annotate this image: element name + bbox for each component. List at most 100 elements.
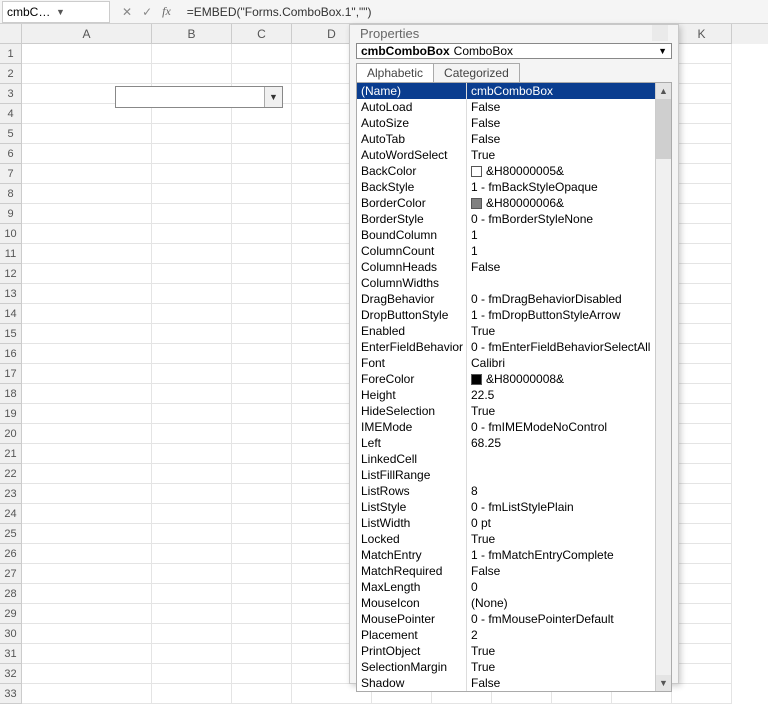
scrollbar[interactable]: ▲ ▼	[655, 83, 671, 691]
col-header[interactable]: C	[232, 24, 292, 44]
property-row[interactable]: (Name)cmbComboBox	[357, 83, 655, 99]
cell[interactable]	[232, 444, 292, 464]
cell[interactable]	[672, 524, 732, 544]
property-value[interactable]: &H80000008&	[467, 371, 655, 387]
cell[interactable]	[22, 584, 152, 604]
property-row[interactable]: ListStyle0 - fmListStylePlain	[357, 499, 655, 515]
row-header[interactable]: 25	[0, 524, 22, 544]
property-row[interactable]: MousePointer0 - fmMousePointerDefault	[357, 611, 655, 627]
cell[interactable]	[672, 664, 732, 684]
cell[interactable]	[232, 344, 292, 364]
cell[interactable]	[232, 604, 292, 624]
close-icon[interactable]	[652, 25, 668, 41]
row-header[interactable]: 11	[0, 244, 22, 264]
row-header[interactable]: 21	[0, 444, 22, 464]
col-header[interactable]: B	[152, 24, 232, 44]
property-value[interactable]	[467, 451, 655, 467]
property-value[interactable]: True	[467, 659, 655, 675]
property-row[interactable]: LockedTrue	[357, 531, 655, 547]
row-header[interactable]: 8	[0, 184, 22, 204]
cell[interactable]	[232, 364, 292, 384]
property-value[interactable]: &H80000005&	[467, 163, 655, 179]
cell[interactable]	[152, 364, 232, 384]
property-value[interactable]: True	[467, 323, 655, 339]
row-header[interactable]: 32	[0, 664, 22, 684]
property-value[interactable]: 0 pt	[467, 515, 655, 531]
cell[interactable]	[672, 324, 732, 344]
property-row[interactable]: MatchEntry1 - fmMatchEntryComplete	[357, 547, 655, 563]
property-value[interactable]: False	[467, 99, 655, 115]
cell[interactable]	[22, 344, 152, 364]
cell[interactable]	[152, 224, 232, 244]
row-header[interactable]: 16	[0, 344, 22, 364]
cell[interactable]	[152, 44, 232, 64]
cell[interactable]	[152, 284, 232, 304]
row-header[interactable]: 26	[0, 544, 22, 564]
property-row[interactable]: DragBehavior0 - fmDragBehaviorDisabled	[357, 291, 655, 307]
property-row[interactable]: ListRows8	[357, 483, 655, 499]
property-row[interactable]: IMEMode0 - fmIMEModeNoControl	[357, 419, 655, 435]
cell[interactable]	[672, 124, 732, 144]
cell[interactable]	[232, 184, 292, 204]
cell[interactable]	[22, 284, 152, 304]
cell[interactable]	[152, 324, 232, 344]
property-value[interactable]: False	[467, 259, 655, 275]
property-row[interactable]: EnterFieldBehavior0 - fmEnterFieldBehavi…	[357, 339, 655, 355]
cell[interactable]	[152, 304, 232, 324]
property-row[interactable]: ColumnWidths	[357, 275, 655, 291]
cell[interactable]	[22, 144, 152, 164]
property-value[interactable]: 1	[467, 227, 655, 243]
cell[interactable]	[672, 164, 732, 184]
col-header[interactable]: K	[672, 24, 732, 44]
row-header[interactable]: 20	[0, 424, 22, 444]
cell[interactable]	[672, 184, 732, 204]
cell[interactable]	[152, 644, 232, 664]
cell[interactable]	[22, 464, 152, 484]
cell[interactable]	[22, 124, 152, 144]
property-value[interactable]: False	[467, 675, 655, 691]
cell[interactable]	[672, 384, 732, 404]
cell[interactable]	[22, 504, 152, 524]
cell[interactable]	[22, 204, 152, 224]
property-value[interactable]: 1 - fmMatchEntryComplete	[467, 547, 655, 563]
property-row[interactable]: BorderStyle0 - fmBorderStyleNone	[357, 211, 655, 227]
cell[interactable]	[22, 644, 152, 664]
cell[interactable]	[672, 104, 732, 124]
row-header[interactable]: 17	[0, 364, 22, 384]
row-header[interactable]: 4	[0, 104, 22, 124]
cell[interactable]	[672, 204, 732, 224]
property-row[interactable]: ColumnHeadsFalse	[357, 259, 655, 275]
cell[interactable]	[232, 264, 292, 284]
scroll-thumb[interactable]	[656, 99, 671, 159]
cell[interactable]	[152, 164, 232, 184]
cell[interactable]	[232, 484, 292, 504]
row-header[interactable]: 33	[0, 684, 22, 704]
cell[interactable]	[152, 604, 232, 624]
fx-icon[interactable]: fx	[162, 4, 171, 19]
cell[interactable]	[672, 644, 732, 664]
property-row[interactable]: DropButtonStyle1 - fmDropButtonStyleArro…	[357, 307, 655, 323]
property-row[interactable]: AutoSizeFalse	[357, 115, 655, 131]
cell[interactable]	[22, 244, 152, 264]
property-value[interactable]: True	[467, 147, 655, 163]
cell[interactable]	[232, 324, 292, 344]
cell[interactable]	[22, 484, 152, 504]
cell[interactable]	[152, 684, 232, 704]
property-value[interactable]: 68.25	[467, 435, 655, 451]
cell[interactable]	[232, 124, 292, 144]
property-row[interactable]: FontCalibri	[357, 355, 655, 371]
property-value[interactable]: 8	[467, 483, 655, 499]
cell[interactable]	[232, 244, 292, 264]
cell[interactable]	[22, 544, 152, 564]
cell[interactable]	[152, 664, 232, 684]
property-row[interactable]: BackColor&H80000005&	[357, 163, 655, 179]
cell[interactable]	[22, 684, 152, 704]
cell[interactable]	[232, 464, 292, 484]
scroll-down-icon[interactable]: ▼	[656, 675, 671, 691]
row-header[interactable]: 30	[0, 624, 22, 644]
cell[interactable]	[232, 664, 292, 684]
property-value[interactable]: 0 - fmIMEModeNoControl	[467, 419, 655, 435]
property-row[interactable]: BoundColumn1	[357, 227, 655, 243]
cell[interactable]	[22, 424, 152, 444]
cell[interactable]	[152, 484, 232, 504]
